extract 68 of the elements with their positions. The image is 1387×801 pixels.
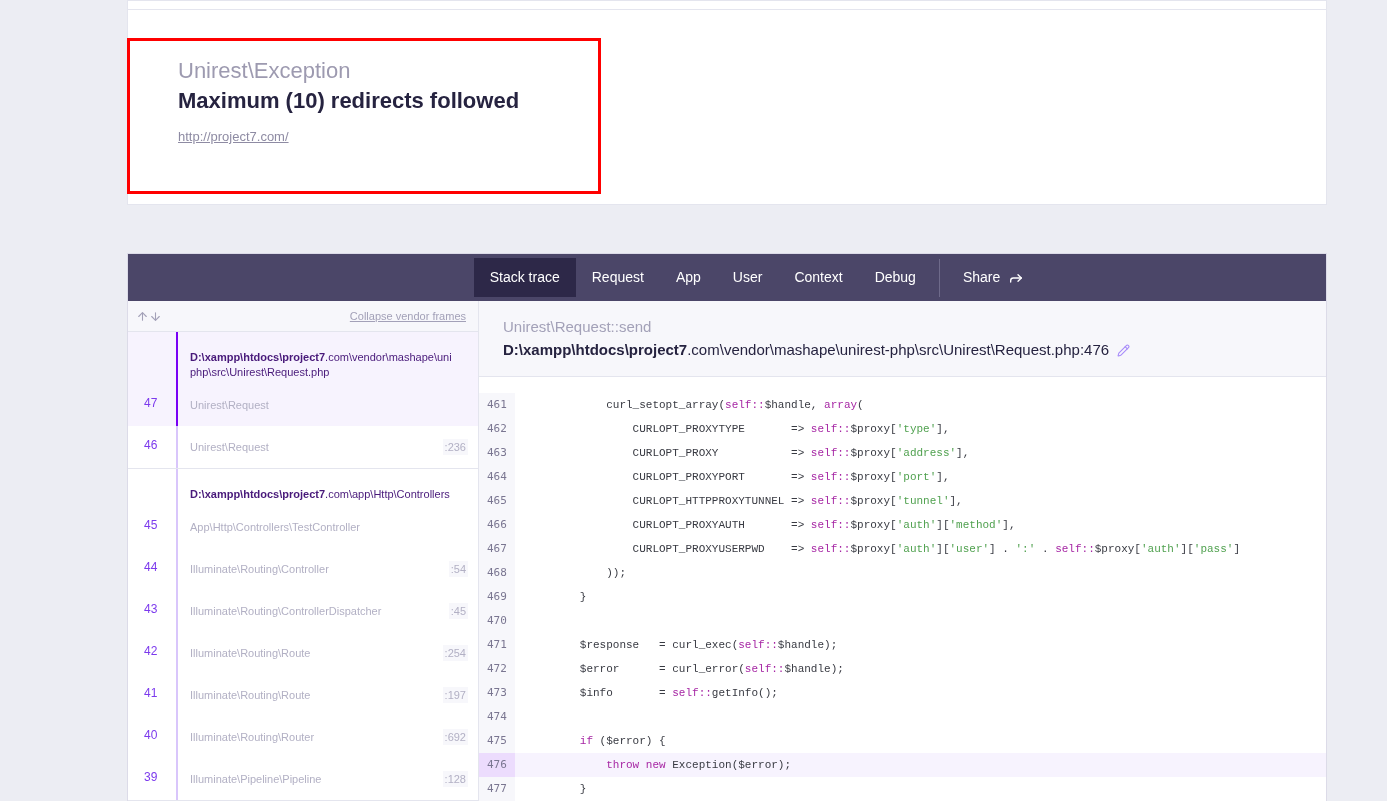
frame-file-path: php\src\Unirest\Request.php: [190, 365, 331, 380]
line-number: 465: [479, 489, 515, 513]
line-number: 469: [479, 585, 515, 609]
tab[interactable]: Request: [575, 258, 660, 297]
edit-icon[interactable]: [1117, 343, 1131, 357]
frame-class: Illuminate\Routing\Route: [190, 645, 311, 661]
frame-number: 41: [143, 685, 159, 702]
arrow-up-icon[interactable]: [136, 309, 149, 323]
frame-row[interactable]: 47 D:\xampp\htdocs\project7.com\vendor\mashape\uni php\src\Unirest\Request.php Unirest\Request: [128, 332, 478, 426]
code-text: $error = curl_error(self::$handle);: [578, 662, 845, 677]
code-text: $response = curl_exec(self::$handle);: [578, 638, 839, 653]
code-text: CURLOPT_PROXYAUTH => self::$proxy['auth']['method'],: [631, 518, 1017, 533]
code-text: CURLOPT_PROXYUSERPWD => self::$proxy['auth']['user'] . ':' . self::$proxy['auth']['pass']: [631, 542, 1241, 557]
tab[interactable]: Context: [778, 258, 859, 297]
frame-file-path: D:\xampp\htdocs\project7.com\app\Http\Controllers: [190, 487, 451, 502]
line-number: 476: [479, 753, 515, 777]
frame-number: 46: [143, 437, 159, 454]
line-number: 475: [479, 729, 515, 753]
frame-number: 40: [143, 727, 159, 744]
frame-class: Illuminate\Pipeline\Pipeline: [190, 771, 322, 787]
file-path: D:\xampp\htdocs\project7.com\vendor\mashape\unirest-php\src\Unirest\Request.php:476: [503, 340, 1110, 360]
frame-number: 43: [143, 601, 159, 618]
code-text: throw new Exception($error);: [515, 753, 1326, 777]
code-text: curl_setopt_array(self::$handle, array(: [605, 398, 865, 413]
line-number: 470: [479, 609, 515, 633]
frame-number: 47: [143, 395, 159, 412]
code-text: $info = self::getInfo();: [578, 686, 779, 701]
line-number: 471: [479, 633, 515, 657]
code-text: if ($error) {: [578, 734, 667, 749]
frame-class: Illuminate\Routing\Controller: [190, 561, 329, 577]
code-text: CURLOPT_PROXYTYPE => self::$proxy['type'],: [631, 422, 951, 437]
frame-file-path: D:\xampp\htdocs\project7.com\vendor\mashape\uni: [190, 350, 453, 365]
tab[interactable]: Debug: [858, 258, 932, 297]
code-text: CURLOPT_HTTPPROXYTUNNEL => self::$proxy['tunnel'],: [631, 494, 964, 509]
frame-class: Illuminate\Routing\Router: [190, 729, 315, 745]
exception-class: Unirest\Exception: [178, 57, 352, 85]
arrow-down-icon[interactable]: [149, 309, 162, 323]
line-number: 474: [479, 705, 515, 729]
code-text: CURLOPT_PROXYPORT => self::$proxy['port'],: [631, 470, 951, 485]
line-number: 472: [479, 657, 515, 681]
code-text: CURLOPT_PROXY => self::$proxy['address'],: [631, 446, 971, 461]
frame-class: App\Http\Controllers\TestController: [190, 519, 360, 535]
line-number: 466: [479, 513, 515, 537]
line-number: 467: [479, 537, 515, 561]
frame-class: Unirest\Request: [190, 439, 269, 455]
frame-class: Unirest\Request: [190, 397, 269, 413]
line-number: 468: [479, 561, 515, 585]
tab[interactable]: Stack trace: [473, 258, 576, 297]
tab[interactable]: App: [659, 258, 717, 297]
frame-number: 42: [143, 643, 159, 660]
line-number: 463: [479, 441, 515, 465]
code-text: ));: [605, 566, 628, 581]
line-number: 473: [479, 681, 515, 705]
code-text: }: [578, 590, 588, 605]
line-number: 461: [479, 393, 515, 417]
frame-class: Illuminate\Routing\Route: [190, 687, 311, 703]
method-name: Unirest\Request::send: [503, 317, 652, 337]
frame-number: 44: [143, 559, 159, 576]
line-number: 464: [479, 465, 515, 489]
frame-class: Illuminate\Routing\ControllerDispatcher: [190, 603, 382, 619]
share-button[interactable]: Share: [946, 258, 1041, 297]
line-number: 477: [479, 777, 515, 801]
code-text: }: [578, 782, 588, 797]
exception-message: Maximum (10) redirects followed: [178, 87, 521, 115]
frame-number: 45: [143, 517, 159, 534]
frame-number: 39: [143, 769, 159, 786]
line-number: 462: [479, 417, 515, 441]
tab[interactable]: User: [716, 258, 779, 297]
